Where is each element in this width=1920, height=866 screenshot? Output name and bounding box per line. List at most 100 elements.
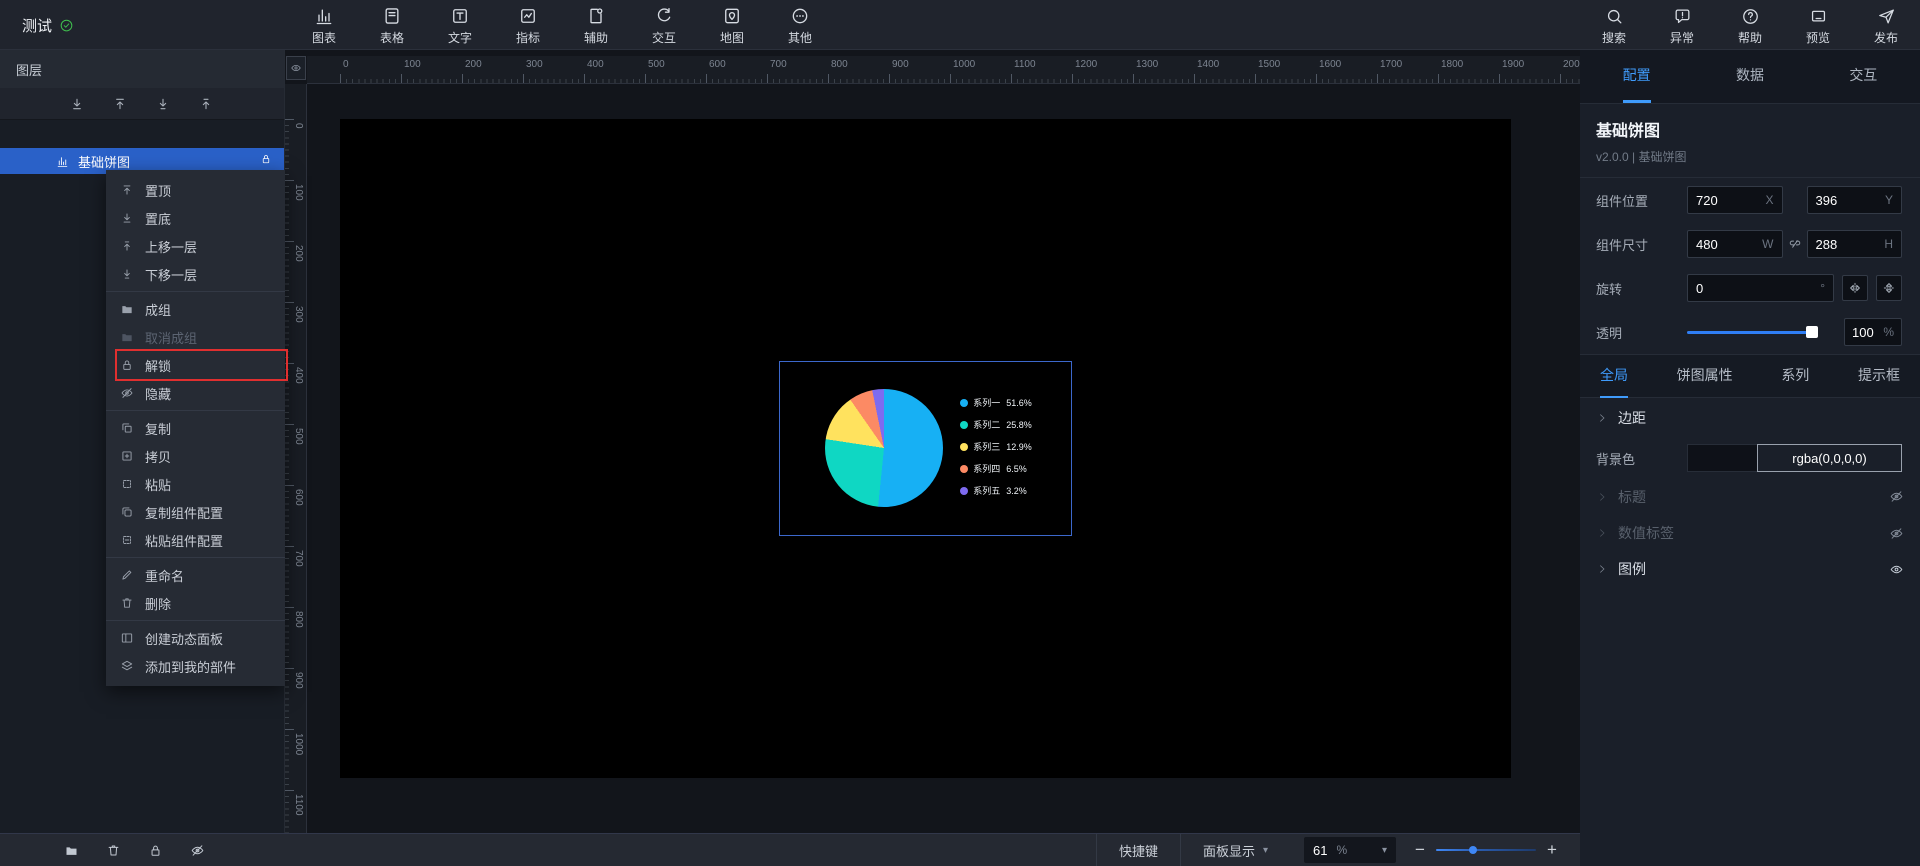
layer-lock-icon[interactable] (260, 152, 272, 170)
panel-display-dropdown[interactable]: 面板显示 ▾ (1180, 834, 1290, 866)
component-title: 基础饼图 (1596, 117, 1904, 141)
ruler-label: 600 (293, 489, 304, 506)
title-section-header[interactable]: 标题 (1580, 478, 1920, 515)
shortcuts-button[interactable]: 快捷键 (1096, 834, 1180, 866)
menu-item-create-dynamic-panel[interactable]: 创建动态面板 (106, 624, 285, 652)
menu-item-add-to-widgets[interactable]: 添加到我的部件 (106, 652, 285, 680)
value-label-visibility-toggle[interactable] (1889, 526, 1904, 541)
zoom-in-button[interactable]: + (1542, 840, 1562, 860)
size-width-input[interactable]: 480 W (1687, 230, 1783, 258)
zoom-slider[interactable] (1436, 849, 1536, 851)
opacity-slider[interactable] (1687, 331, 1815, 334)
toolbar-item-indicators[interactable]: 指标 (494, 0, 562, 50)
design-canvas[interactable]: 系列一51.6%系列二25.8%系列三12.9%系列四6.5%系列五3.2% (340, 119, 1511, 778)
lock-icon[interactable] (148, 843, 163, 858)
publish-button[interactable]: 发布 (1852, 0, 1920, 50)
move-down-layer-icon[interactable] (155, 96, 171, 112)
subtab-tooltip[interactable]: 提示框 (1858, 355, 1900, 398)
legend-label: 系列三 (973, 440, 1000, 453)
tab-data[interactable]: 数据 (1693, 50, 1806, 103)
folder-icon[interactable] (64, 843, 79, 858)
menu-item-rename[interactable]: 重命名 (106, 561, 285, 589)
search-button[interactable]: 搜索 (1580, 0, 1648, 50)
legend-label: 系列四 (973, 462, 1000, 475)
flip-vertical-button[interactable] (1876, 275, 1902, 301)
menu-item-copy[interactable]: 复制 (106, 414, 285, 442)
text-icon (450, 6, 470, 26)
bring-to-front-icon[interactable] (112, 96, 128, 112)
ruler-label: 800 (293, 611, 304, 628)
ruler-label: 400 (587, 59, 604, 70)
value-label-section-header[interactable]: 数值标签 (1580, 515, 1920, 551)
ruler-tick (285, 729, 294, 730)
menu-item-group[interactable]: 成组 (106, 295, 285, 323)
toolbar-item-interaction[interactable]: 交互 (630, 0, 698, 50)
tab-config[interactable]: 配置 (1580, 50, 1693, 103)
toolbar-item-auxiliary[interactable]: 辅助 (562, 0, 630, 50)
legend-value: 51.6% (1006, 398, 1032, 408)
ruler-tick (1377, 74, 1378, 83)
ruler-label: 1600 (1319, 59, 1341, 70)
menu-item-move-down[interactable]: 下移一层 (106, 260, 285, 288)
toolbar-item-tables[interactable]: 表格 (358, 0, 426, 50)
menu-item-duplicate[interactable]: 拷贝 (106, 442, 285, 470)
trash-icon[interactable] (106, 843, 121, 858)
subtab-series[interactable]: 系列 (1781, 355, 1809, 398)
opacity-slider-handle[interactable] (1806, 326, 1818, 338)
legend-swatch (960, 443, 968, 451)
aspect-link-toggle[interactable] (1783, 237, 1807, 251)
toolbar-item-text[interactable]: 文字 (426, 0, 494, 50)
flip-horizontal-button[interactable] (1842, 275, 1868, 301)
statusbar-right: 快捷键 面板显示 ▾ 61 % ▾ − + (1096, 834, 1580, 866)
ruler-label: 100 (293, 184, 304, 201)
menu-item-copy-config[interactable]: 复制组件配置 (106, 498, 285, 526)
tab-interaction[interactable]: 交互 (1807, 50, 1920, 103)
rotation-input[interactable]: 0 ° (1687, 274, 1834, 302)
title-visibility-toggle[interactable] (1889, 489, 1904, 504)
canvas-scroll-area[interactable]: 系列一51.6%系列二25.8%系列三12.9%系列四6.5%系列五3.2% (307, 84, 1580, 833)
color-swatch[interactable] (1687, 444, 1757, 472)
menu-item-pin-bottom[interactable]: 置底 (106, 204, 285, 232)
help-button[interactable]: 帮助 (1716, 0, 1784, 50)
zoom-level-dropdown[interactable]: 61 % ▾ (1304, 837, 1396, 863)
background-color-picker[interactable]: rgba(0,0,0,0) (1687, 444, 1902, 472)
position-x-input[interactable]: 720 X (1687, 186, 1783, 214)
ruler-tick (1499, 74, 1500, 83)
paste-icon (120, 477, 134, 491)
toolbar-item-other[interactable]: 其他 (766, 0, 834, 50)
menu-item-paste[interactable]: 粘贴 (106, 470, 285, 498)
position-y-input[interactable]: 396 Y (1807, 186, 1903, 214)
selected-component[interactable]: 系列一51.6%系列二25.8%系列三12.9%系列四6.5%系列五3.2% (779, 361, 1072, 537)
subtab-global[interactable]: 全局 (1600, 355, 1628, 398)
move-up-layer-icon[interactable] (198, 96, 214, 112)
menu-item-paste-config[interactable]: 粘贴组件配置 (106, 526, 285, 554)
legend-section-header[interactable]: 图例 (1580, 551, 1920, 587)
publish-icon (1877, 7, 1896, 26)
ruler-label: 700 (770, 59, 787, 70)
menu-item-delete[interactable]: 删除 (106, 589, 285, 617)
send-to-back-icon[interactable] (69, 96, 85, 112)
subtab-pie-properties[interactable]: 饼图属性 (1677, 355, 1733, 398)
duplicate-icon (120, 449, 134, 463)
menu-item-pin-top[interactable]: 置顶 (106, 176, 285, 204)
zoom-out-button[interactable]: − (1410, 840, 1430, 860)
margin-section-header[interactable]: 边距 (1580, 398, 1920, 438)
guides-toggle-button[interactable] (286, 56, 306, 80)
size-row: 组件尺寸 480 W 288 H (1580, 222, 1920, 266)
chevron-down-icon: ▾ (1382, 845, 1387, 856)
zoom-slider-handle[interactable] (1469, 846, 1477, 854)
toolbar-item-map[interactable]: 地图 (698, 0, 766, 50)
exception-button[interactable]: 异常 (1648, 0, 1716, 50)
ruler-tick (706, 74, 707, 83)
eye-off-icon[interactable] (190, 843, 205, 858)
ruler-tick (767, 74, 768, 83)
menu-item-move-up[interactable]: 上移一层 (106, 232, 285, 260)
size-height-input[interactable]: 288 H (1807, 230, 1903, 258)
preview-button[interactable]: 预览 (1784, 0, 1852, 50)
toolbar-item-charts[interactable]: 图表 (290, 0, 358, 50)
menu-item-hide[interactable]: 隐藏 (106, 379, 285, 407)
menu-item-unlock[interactable]: 解锁 (106, 351, 285, 379)
opacity-value-input[interactable]: 100 % (1844, 318, 1902, 346)
statusbar-icons (64, 843, 205, 858)
legend-visibility-toggle[interactable] (1889, 562, 1904, 577)
